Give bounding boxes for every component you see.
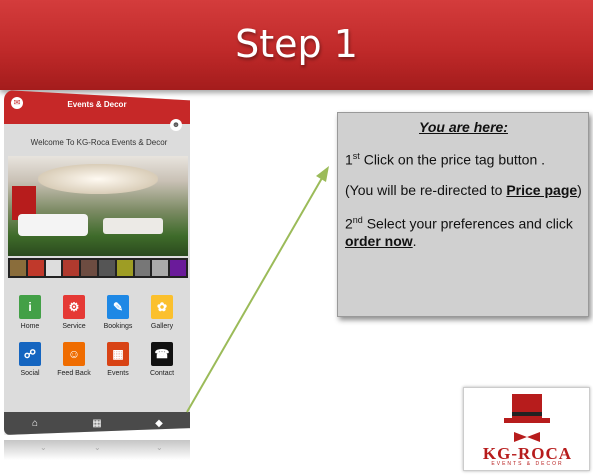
top-hat-icon [504,394,550,442]
kg-roca-logo: KG-ROCA EVENTS & DECOR [463,387,590,471]
logo-tagline: EVENTS & DECOR [491,461,564,467]
step2-text: 2nd Select your preferences and click or… [345,214,573,250]
order-now-link[interactable]: order now [345,233,413,249]
instructions-box: You are here: 1st Click on the price tag… [337,112,589,317]
redirect-note: (You will be re-directed to Price page) [345,181,582,198]
info-heading: You are here: [419,119,508,135]
step1-text: 1st Click on the price tag button . [345,151,546,168]
price-page-link[interactable]: Price page [506,182,577,198]
slide: Step 1 ✉ Events & Decor ☻ Welcome To KG-… [0,0,593,475]
